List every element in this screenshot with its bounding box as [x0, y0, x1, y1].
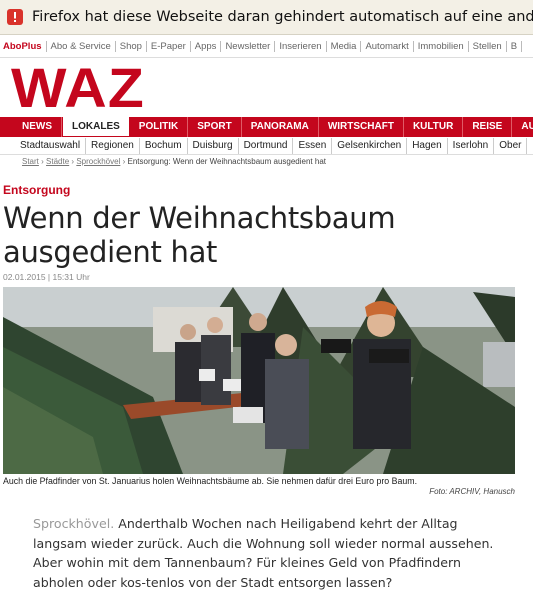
subnav-item[interactable]: Ober	[494, 138, 528, 154]
subnav-item[interactable]: Hagen	[407, 138, 448, 154]
service-link[interactable]: Immobilien	[414, 41, 469, 52]
photo-credit: Foto: ARCHIV, Hanusch	[429, 487, 515, 496]
nav-item-wirtschaft[interactable]: WIRTSCHAFT	[319, 117, 404, 137]
service-link[interactable]: B	[507, 41, 523, 52]
service-link[interactable]: Media	[327, 41, 362, 52]
service-links: AboPlus Abo & Service Shop E-Paper Apps Newsl…	[0, 41, 533, 57]
service-link[interactable]: E-Paper	[147, 41, 191, 52]
nav-item-news[interactable]: NEWS	[0, 117, 62, 137]
breadcrumb-current: Entsorgung: Wenn der Weihnachtsbaum ausg…	[127, 157, 327, 166]
article-kicker: Entsorgung	[3, 183, 71, 197]
article-photo[interactable]	[3, 287, 515, 474]
nav-item-panorama[interactable]: PANORAMA	[242, 117, 319, 137]
article-date: 02.01.2015 | 15:31 Uhr	[3, 272, 90, 282]
warning-icon	[7, 9, 23, 25]
notification-bar: Firefox hat diese Webseite daran gehinde…	[0, 0, 533, 35]
nav-item-auto[interactable]: AUTO	[512, 117, 533, 137]
notification-message: Firefox hat diese Webseite daran gehinde…	[32, 9, 533, 25]
subnav-item[interactable]: Dortmund	[239, 138, 294, 154]
nav-item-politik[interactable]: POLITIK	[130, 117, 189, 137]
photo-caption: Auch die Pfadfinder von St. Januarius ho…	[3, 476, 418, 486]
nav-item-lokales[interactable]: LOKALES	[62, 117, 130, 136]
subnav-item[interactable]: Duisburg	[188, 138, 239, 154]
photo-illustration	[3, 287, 515, 474]
site-logo[interactable]: WAZ	[11, 60, 145, 116]
article-headline: Wenn der Weihnachtsbaum ausgedient hat	[3, 201, 396, 269]
nav-item-sport[interactable]: SPORT	[188, 117, 242, 137]
breadcrumb-separator: ›	[41, 157, 44, 166]
service-link[interactable]: Abo & Service	[47, 41, 116, 52]
subnav-item[interactable]: Gelsenkirchen	[332, 138, 408, 154]
nav-item-reise[interactable]: REISE	[463, 117, 513, 137]
article-body: Sprockhövel. Anderthalb Wochen nach Heil…	[33, 514, 513, 592]
main-nav: NEWS LOKALES POLITIK SPORT PANORAMA WIRTSCHAF…	[0, 117, 533, 137]
sub-nav: Stadtauswahl Regionen Bochum Duisburg Dortmu…	[0, 138, 533, 155]
breadcrumb-sprockhoevel[interactable]: Sprockhövel	[76, 157, 120, 166]
service-link[interactable]: Newsletter	[221, 41, 276, 52]
article-location: Sprockhövel.	[33, 516, 115, 531]
service-link[interactable]: Stellen	[469, 41, 507, 52]
subnav-item[interactable]: Iserlohn	[448, 138, 495, 154]
service-link[interactable]: Automarkt	[361, 41, 414, 52]
breadcrumb-separator: ›	[71, 157, 75, 166]
subnav-item[interactable]: Essen	[293, 138, 333, 154]
subnav-item[interactable]: Stadtauswahl	[0, 138, 87, 154]
subnav-item[interactable]: Bochum	[140, 138, 188, 154]
nav-item-kultur[interactable]: KULTUR	[404, 117, 464, 137]
service-link[interactable]: AboPlus	[0, 41, 47, 52]
service-link[interactable]: Apps	[191, 41, 222, 52]
breadcrumb-separator: ›	[122, 157, 126, 166]
service-link[interactable]: Shop	[116, 41, 147, 52]
breadcrumb-staedte[interactable]: Städte	[46, 157, 69, 166]
subnav-item[interactable]: Regionen	[86, 138, 140, 154]
breadcrumb: Start › Städte › Sprockhövel › Entsorgun…	[22, 157, 326, 166]
service-link[interactable]: Inserieren	[275, 41, 327, 52]
breadcrumb-start[interactable]: Start	[22, 157, 39, 166]
